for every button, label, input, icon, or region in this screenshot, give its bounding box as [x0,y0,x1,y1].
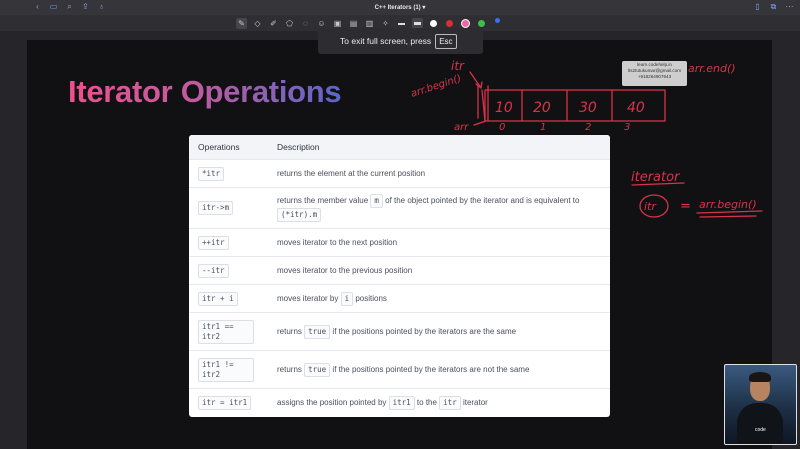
array-value: 20 [533,100,551,116]
array-index: 0 [499,122,505,133]
arr-arrow [473,120,487,126]
underline [696,210,763,214]
label-itr: itr [451,59,465,73]
label-begin: arr.begin() [410,73,463,100]
presenter-hair [749,372,771,382]
label-iterator: iterator [631,170,681,185]
label-arr: arr [454,122,469,133]
fullscreen-toast: To exit full screen, press Esc [318,28,483,54]
webcam-overlay[interactable]: code [724,364,797,445]
shirt-logo: code [755,427,766,433]
array-value: 40 [627,100,645,116]
label-itr-circled: itr [644,200,657,213]
watermark-line: +918264907643 [637,74,672,79]
presenter-body [737,403,783,444]
toast-message: To exit full screen, press [340,36,432,46]
array-value: 10 [495,100,513,116]
array-index: 2 [585,122,591,133]
array-index: 3 [624,122,630,133]
label-begin-rhs: arr.begin() [699,198,757,211]
itr-arrow [469,71,482,89]
array-value: 30 [579,100,597,116]
array-index: 1 [540,122,546,133]
watermark: learn.codehelp.in lts2tutukumar@gmail.co… [622,61,687,86]
underline [699,215,757,218]
esc-key-hint: Esc [435,33,457,49]
label-end: arr.end() [688,62,736,75]
label-equals: = [680,199,691,214]
